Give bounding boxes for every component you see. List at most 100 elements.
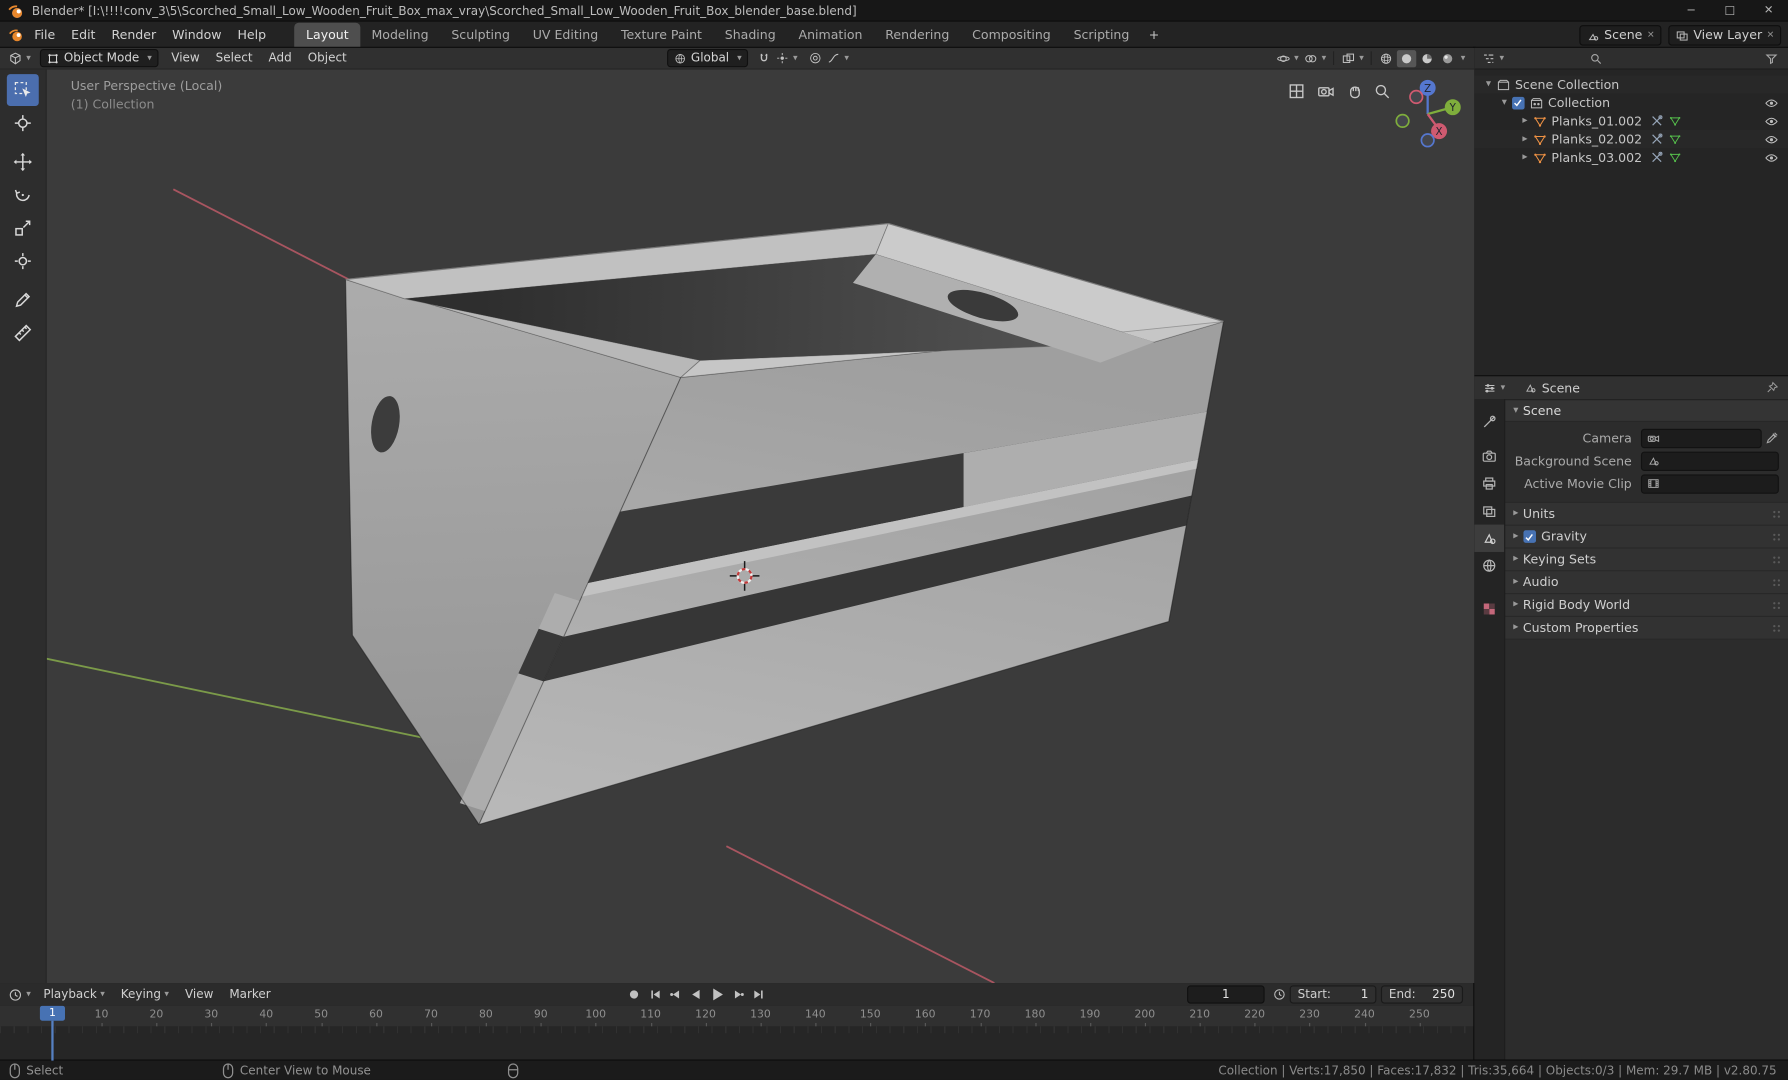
output-properties-tab[interactable] [1474, 470, 1504, 497]
scene-properties-tab[interactable] [1474, 524, 1505, 552]
collection-checkbox[interactable] [1511, 96, 1525, 109]
texture-properties-tab[interactable] [1474, 595, 1504, 622]
outliner-object-row[interactable]: ▸ Planks_03.002 [1474, 148, 1788, 166]
view-layer-unlink-icon[interactable]: ✕ [1767, 30, 1775, 40]
window-titlebar[interactable]: Blender* [I:\!!!!conv_3\5\Scorched_Small… [0, 0, 1788, 22]
viewport-menu[interactable]: View [163, 51, 207, 65]
move-tool[interactable] [7, 146, 39, 178]
background-scene-field[interactable] [1640, 451, 1779, 471]
minimize-button[interactable]: − [1672, 0, 1711, 22]
topbar-menu[interactable]: File [26, 22, 63, 48]
scene-panel-header[interactable]: ▾ Scene [1504, 400, 1788, 422]
measure-tool[interactable] [7, 317, 39, 349]
filter-icon[interactable] [1764, 51, 1779, 66]
visibility-eye-icon[interactable] [1764, 132, 1779, 147]
properties-section-header[interactable]: ▸ Gravity [1504, 525, 1788, 549]
close-button[interactable]: ✕ [1749, 0, 1788, 22]
show-overlays-dropdown[interactable]: ▾ [1301, 51, 1328, 66]
visibility-eye-icon[interactable] [1764, 113, 1779, 128]
frame-start-field[interactable]: Start: 1 [1289, 985, 1377, 1004]
timeline-menu[interactable]: Marker▾ [221, 988, 278, 1002]
outliner-object-row[interactable]: ▸ Planks_02.002 [1474, 130, 1788, 149]
view-layer-properties-tab[interactable] [1474, 497, 1504, 524]
wireframe-shading-button[interactable] [1376, 50, 1395, 67]
outliner-object-row[interactable]: ▸ Planks_01.002 [1474, 112, 1788, 130]
camera-field[interactable] [1640, 428, 1762, 448]
tool-properties-tab[interactable] [1474, 408, 1504, 435]
visibility-eye-icon[interactable] [1764, 95, 1779, 110]
show-gizmo-dropdown[interactable]: ▾ [1274, 51, 1301, 66]
topbar-menu[interactable]: Help [230, 22, 275, 48]
workspace-tab[interactable]: Layout [294, 22, 361, 48]
visibility-eye-icon[interactable] [1764, 150, 1779, 165]
viewport-menu[interactable]: Add [261, 51, 300, 65]
snap-toggle-button[interactable] [755, 51, 773, 65]
world-properties-tab[interactable] [1474, 552, 1504, 579]
prev-keyframe-button[interactable] [664, 988, 685, 1002]
drag-dots-icon[interactable] [1772, 623, 1781, 632]
rendered-shading-button[interactable] [1438, 50, 1457, 67]
add-workspace-button[interactable]: + [1141, 22, 1167, 47]
material-shading-button[interactable] [1417, 50, 1436, 67]
drag-dots-icon[interactable] [1772, 600, 1781, 609]
annotate-tool[interactable] [7, 284, 39, 316]
play-reverse-button[interactable] [685, 988, 706, 1002]
active-movie-clip-field[interactable] [1640, 473, 1779, 494]
topbar-menu[interactable]: Edit [63, 22, 103, 48]
properties-section-header[interactable]: ▸ Units [1504, 501, 1788, 526]
topbar-menu[interactable]: Window [164, 22, 229, 48]
gizmo-neg-x-handle[interactable] [1409, 89, 1424, 105]
properties-section-header[interactable]: ▸ Custom Properties [1504, 616, 1788, 640]
timeline-editor-type-button[interactable]: ▾ [0, 987, 35, 1002]
collection-row[interactable]: ▾ Collection [1474, 94, 1788, 112]
jump-to-start-button[interactable] [644, 988, 665, 1002]
properties-editor-type-button[interactable]: ▾ [1474, 380, 1509, 395]
snap-settings-dropdown[interactable]: ▾ [774, 51, 800, 65]
jump-to-end-button[interactable] [749, 988, 770, 1002]
pin-icon[interactable] [1765, 381, 1779, 395]
transform-tool[interactable] [7, 245, 39, 277]
workspace-tab[interactable]: Scripting [1062, 23, 1141, 48]
workspace-tab[interactable]: Sculpting [440, 23, 521, 48]
viewport-menu[interactable]: Select [208, 51, 261, 65]
properties-section-header[interactable]: ▸ Keying Sets [1504, 548, 1788, 572]
frame-end-field[interactable]: End: 250 [1380, 985, 1464, 1004]
transform-orientation-dropdown[interactable]: Global ▾ [666, 49, 749, 68]
select-box-tool[interactable] [6, 74, 39, 107]
topbar-menu[interactable]: Render [103, 22, 164, 48]
scene-collection-row[interactable]: ▾ Scene Collection [1474, 75, 1788, 94]
workspace-tab[interactable]: Modeling [360, 23, 440, 48]
workspace-tab[interactable]: UV Editing [521, 23, 609, 48]
timeline-track[interactable] [0, 1026, 1475, 1061]
scene-selector[interactable]: Scene ✕ [1579, 24, 1662, 46]
timeline-ruler[interactable]: 10 20 30 40 50 60 70 80 90 100 110 120 130 140 150 160 1… [0, 1005, 1475, 1028]
gizmo-neg-z-handle[interactable] [1420, 133, 1435, 148]
gizmo-neg-y-handle[interactable] [1395, 113, 1410, 129]
cursor-tool[interactable] [7, 107, 39, 139]
outliner-editor-type-button[interactable]: ▾ [1479, 51, 1509, 66]
proportional-falloff-dropdown[interactable]: ▾ [825, 51, 851, 65]
current-frame-field[interactable]: 1 [1187, 985, 1265, 1004]
render-properties-tab[interactable] [1474, 442, 1504, 469]
search-icon[interactable] [1589, 51, 1604, 66]
proportional-editing-button[interactable] [807, 51, 825, 65]
workspace-tab[interactable]: Texture Paint [610, 23, 714, 48]
scale-tool[interactable] [7, 212, 39, 244]
rotate-tool[interactable] [7, 179, 39, 211]
workspace-tab[interactable]: Animation [787, 23, 874, 48]
timeline-menu[interactable]: Keying ▾ [113, 988, 177, 1002]
timeline-menu[interactable]: View▾ [177, 988, 221, 1002]
viewport-3d[interactable]: ▾ Object Mode ▾ View Select Add Object G… [0, 47, 1475, 984]
solid-shading-button[interactable] [1396, 49, 1417, 67]
editor-type-button[interactable]: ▾ [0, 51, 35, 66]
maximize-button[interactable]: □ [1710, 0, 1749, 22]
blender-menu-icon[interactable] [8, 26, 26, 44]
playhead-frame-badge[interactable]: 1 [39, 1005, 65, 1021]
properties-section-header[interactable]: ▸ Audio [1504, 571, 1788, 595]
drag-dots-icon[interactable] [1772, 578, 1781, 587]
viewport-menu[interactable]: Object [300, 51, 355, 65]
use-preview-range-button[interactable] [1269, 988, 1290, 1002]
drag-dots-icon[interactable] [1772, 532, 1781, 541]
play-button[interactable] [705, 986, 728, 1002]
scene-unlink-icon[interactable]: ✕ [1647, 30, 1655, 40]
